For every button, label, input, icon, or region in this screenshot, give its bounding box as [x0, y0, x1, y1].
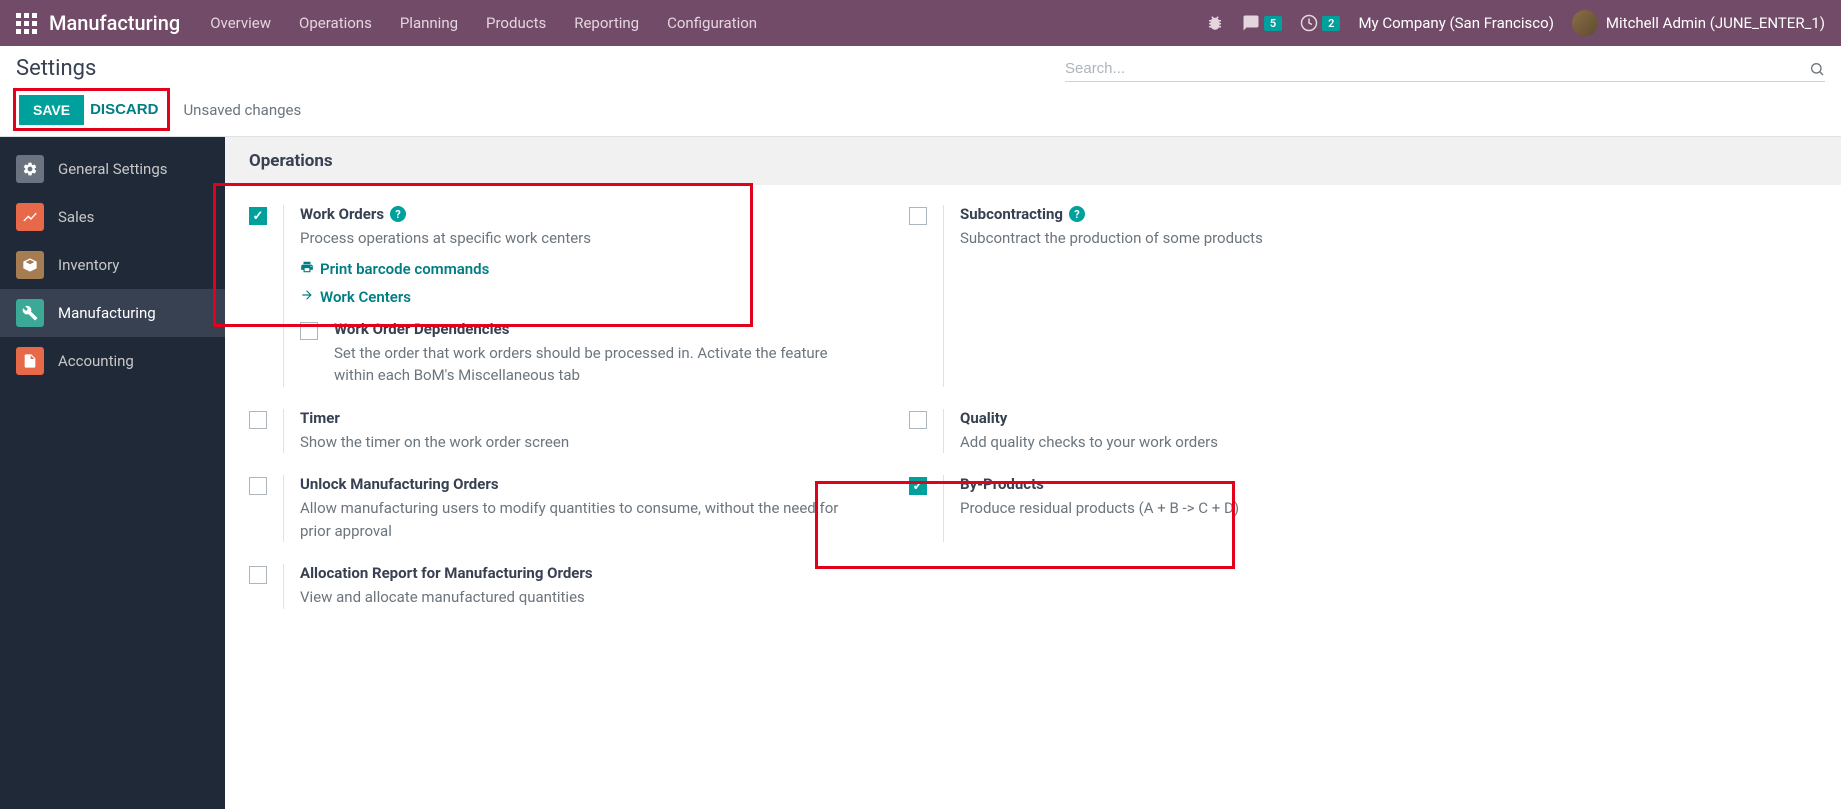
sidebar-item-general[interactable]: General Settings: [0, 145, 225, 193]
nav-menu: Overview Operations Planning Products Re…: [210, 14, 757, 32]
setting-desc: Show the timer on the work order screen: [300, 431, 849, 454]
page-title: Settings: [16, 56, 301, 81]
search-input[interactable]: [1065, 60, 1809, 77]
sidebar-item-label: Accounting: [58, 352, 134, 370]
sidebar-item-label: General Settings: [58, 160, 168, 178]
sidebar-item-manufacturing[interactable]: Manufacturing: [0, 289, 225, 337]
arrow-right-icon: [300, 288, 314, 306]
gear-icon: [16, 155, 44, 183]
messages-icon[interactable]: 5: [1242, 14, 1282, 32]
sidebar-item-accounting[interactable]: Accounting: [0, 337, 225, 385]
setting-title: Work Order Dependencies: [334, 320, 509, 338]
top-navbar: Manufacturing Overview Operations Planni…: [0, 0, 1841, 46]
setting-title: Work Orders: [300, 205, 384, 223]
checkbox-allocation[interactable]: [249, 566, 267, 584]
sidebar-item-inventory[interactable]: Inventory: [0, 241, 225, 289]
print-icon: [300, 260, 314, 278]
section-title: Operations: [225, 137, 1841, 185]
help-icon[interactable]: ?: [390, 206, 406, 222]
user-menu[interactable]: Mitchell Admin (JUNE_ENTER_1): [1572, 10, 1825, 36]
apps-menu-icon[interactable]: [16, 13, 37, 34]
sidebar-item-label: Manufacturing: [58, 304, 156, 322]
nav-planning[interactable]: Planning: [400, 14, 458, 32]
box-icon: [16, 251, 44, 279]
debug-icon[interactable]: [1206, 14, 1224, 32]
messages-badge: 5: [1264, 16, 1282, 31]
setting-subcontracting: Subcontracting ? Subcontract the product…: [909, 205, 1509, 387]
checkbox-subcontracting[interactable]: [909, 207, 927, 225]
settings-sidebar: General Settings Sales Inventory Manufac…: [0, 137, 225, 809]
chart-icon: [16, 203, 44, 231]
checkbox-byproducts[interactable]: [909, 477, 927, 495]
setting-desc: Allow manufacturing users to modify quan…: [300, 497, 849, 542]
company-selector[interactable]: My Company (San Francisco): [1358, 14, 1553, 32]
setting-title: Allocation Report for Manufacturing Orde…: [300, 564, 593, 582]
sidebar-item-sales[interactable]: Sales: [0, 193, 225, 241]
checkbox-unlock[interactable]: [249, 477, 267, 495]
avatar: [1572, 10, 1598, 36]
sidebar-item-label: Inventory: [58, 256, 119, 274]
search-bar: [1065, 56, 1825, 82]
setting-title: Timer: [300, 409, 340, 427]
activities-icon[interactable]: 2: [1300, 14, 1340, 32]
setting-desc: Add quality checks to your work orders: [960, 431, 1509, 454]
nav-operations[interactable]: Operations: [299, 14, 372, 32]
wrench-icon: [16, 299, 44, 327]
checkbox-timer[interactable]: [249, 411, 267, 429]
app-brand[interactable]: Manufacturing: [49, 11, 180, 35]
nav-reporting[interactable]: Reporting: [574, 14, 639, 32]
setting-desc: Produce residual products (A + B -> C + …: [960, 497, 1509, 520]
control-panel: Settings SAVE DISCARD Unsaved changes: [0, 46, 1841, 137]
nav-products[interactable]: Products: [486, 14, 546, 32]
checkbox-wo-deps[interactable]: [300, 322, 318, 340]
nav-overview[interactable]: Overview: [210, 14, 271, 32]
document-icon: [16, 347, 44, 375]
checkbox-work-orders[interactable]: [249, 207, 267, 225]
setting-desc: View and allocate manufactured quantitie…: [300, 586, 849, 609]
main: General Settings Sales Inventory Manufac…: [0, 137, 1841, 809]
unsaved-status: Unsaved changes: [183, 101, 301, 119]
setting-desc: Process operations at specific work cent…: [300, 227, 849, 250]
setting-title: Unlock Manufacturing Orders: [300, 475, 499, 493]
setting-timer: Timer Show the timer on the work order s…: [249, 409, 849, 454]
help-icon[interactable]: ?: [1069, 206, 1085, 222]
activities-badge: 2: [1322, 16, 1340, 31]
setting-quality: Quality Add quality checks to your work …: [909, 409, 1509, 454]
save-button[interactable]: SAVE: [19, 95, 84, 125]
setting-byproducts: By-Products Produce residual products (A…: [909, 475, 1509, 542]
nav-configuration[interactable]: Configuration: [667, 14, 757, 32]
setting-unlock: Unlock Manufacturing Orders Allow manufa…: [249, 475, 849, 542]
discard-button[interactable]: DISCARD: [84, 94, 164, 125]
setting-title: Subcontracting: [960, 205, 1063, 223]
setting-work-orders: Work Orders ? Process operations at spec…: [249, 205, 849, 387]
setting-desc: Set the order that work orders should be…: [334, 342, 849, 387]
setting-title: By-Products: [960, 475, 1044, 493]
setting-work-order-deps: Work Order Dependencies Set the order th…: [300, 320, 849, 387]
setting-desc: Subcontract the production of some produ…: [960, 227, 1509, 250]
link-print-barcode[interactable]: Print barcode commands: [300, 260, 849, 278]
setting-title: Quality: [960, 409, 1007, 427]
search-icon[interactable]: [1809, 61, 1825, 77]
user-name: Mitchell Admin (JUNE_ENTER_1): [1606, 14, 1825, 32]
checkbox-quality[interactable]: [909, 411, 927, 429]
setting-allocation: Allocation Report for Manufacturing Orde…: [249, 564, 849, 609]
sidebar-item-label: Sales: [58, 208, 94, 226]
settings-content: Operations Work Orders ? Process operati…: [225, 137, 1841, 809]
link-work-centers[interactable]: Work Centers: [300, 288, 849, 306]
